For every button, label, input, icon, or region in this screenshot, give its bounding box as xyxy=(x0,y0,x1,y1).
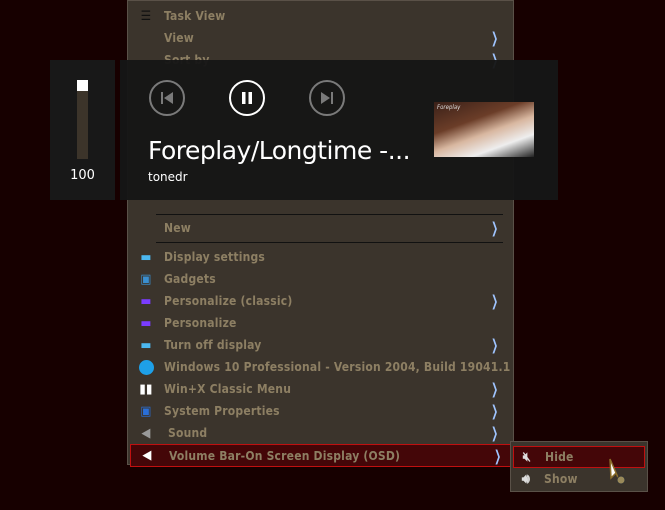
menu-item-personalize-classic[interactable]: ▬ Personalize (classic) ❯ xyxy=(130,290,511,312)
album-art-thumbnail: Foreplay xyxy=(434,102,534,157)
menu-item-display-settings[interactable]: ▬ Display settings xyxy=(130,246,511,268)
menu-item-personalize[interactable]: ▬ Personalize xyxy=(130,312,511,334)
windows-flag-icon: ▮▮ xyxy=(139,381,153,397)
mouse-cursor-icon xyxy=(609,458,626,485)
volume-slider[interactable] xyxy=(77,80,88,159)
next-track-button[interactable] xyxy=(309,80,345,116)
pause-icon xyxy=(242,92,252,104)
menu-item-windows-version[interactable]: Windows 10 Professional - Version 2004, … xyxy=(130,356,511,378)
menu-item-sound[interactable]: ◀ Sound ❯ xyxy=(130,422,511,444)
volume-osd: 100 xyxy=(50,60,115,200)
monitor-icon: ▬ xyxy=(140,337,152,353)
menu-item-turn-off-display[interactable]: ▬ Turn off display ❯ xyxy=(130,334,511,356)
media-controls-osd: Foreplay/Longtime -... tonedr Foreplay xyxy=(120,60,558,200)
menu-item-system-properties[interactable]: ▣ System Properties ❯ xyxy=(130,400,511,422)
system-properties-icon: ▣ xyxy=(140,403,152,419)
chevron-right-icon: ❯ xyxy=(491,29,499,47)
personalize-icon: ▬ xyxy=(140,293,152,309)
menu-item-winx-classic-menu[interactable]: ▮▮ Win+X Classic Menu ❯ xyxy=(130,378,511,400)
personalize-icon: ▬ xyxy=(140,315,152,331)
menu-separator xyxy=(156,214,503,215)
next-icon xyxy=(321,92,333,104)
menu-item-gadgets[interactable]: ▣ Gadgets xyxy=(130,268,511,290)
pause-button[interactable] xyxy=(229,80,265,116)
monitor-icon: ▬ xyxy=(140,249,152,265)
chevron-right-icon: ❯ xyxy=(491,380,499,398)
chevron-right-icon: ❯ xyxy=(491,219,499,237)
chevron-right-icon: ❯ xyxy=(491,292,499,310)
menu-item-volume-osd[interactable]: ◀ Volume Bar-On Screen Display (OSD) ❯ xyxy=(130,444,515,467)
menu-separator xyxy=(156,242,503,243)
previous-icon xyxy=(161,92,173,104)
menu-item-task-view[interactable]: ☰ Task View xyxy=(130,5,511,27)
speaker-icon: ◀ xyxy=(141,425,151,441)
menu-item-view[interactable]: View ❯ xyxy=(130,27,511,49)
chevron-right-icon: ❯ xyxy=(491,424,499,442)
track-title: Foreplay/Longtime -... xyxy=(148,136,411,165)
chevron-right-icon: ❯ xyxy=(494,447,502,465)
volume-level: 100 xyxy=(70,168,95,183)
chevron-right-icon: ❯ xyxy=(491,402,499,420)
speaker-icon: ◀ xyxy=(142,448,152,463)
mute-icon: 🔇︎ xyxy=(522,449,532,465)
task-view-icon: ☰ xyxy=(140,8,152,24)
windows-logo-icon xyxy=(137,359,155,375)
volume-icon: 🔊︎ xyxy=(521,471,531,487)
menu-item-new[interactable]: New ❯ xyxy=(130,217,511,239)
gadgets-icon: ▣ xyxy=(140,271,152,287)
track-artist: tonedr xyxy=(148,170,188,184)
chevron-right-icon: ❯ xyxy=(491,336,499,354)
previous-track-button[interactable] xyxy=(149,80,185,116)
volume-slider-thumb[interactable] xyxy=(77,80,88,91)
